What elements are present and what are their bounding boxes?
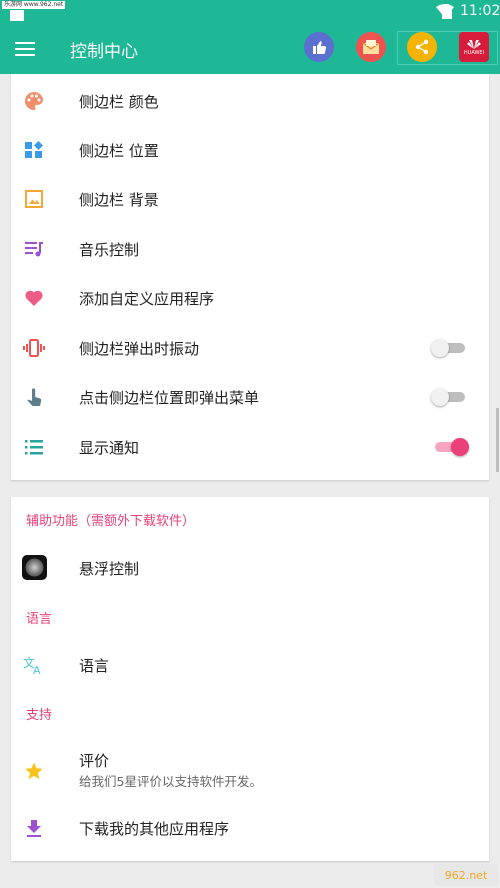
heart-icon bbox=[23, 287, 45, 309]
palette-icon bbox=[23, 90, 45, 112]
huawei-label: HUAWEI bbox=[463, 49, 485, 56]
rate-subtitle: 给我们5星评价以支持软件开发。 bbox=[79, 774, 262, 789]
settings-card: 侧边栏 颜色 侧边栏 位置 侧边栏 背景 音乐控制 添加自定义应用程序 侧边栏弹… bbox=[11, 74, 489, 480]
sidebar-position-item[interactable]: 侧边栏 位置 bbox=[11, 125, 489, 174]
like-button[interactable] bbox=[304, 32, 334, 62]
footer-watermark: 962.net bbox=[434, 864, 498, 886]
download-icon bbox=[23, 817, 45, 839]
floating-ball-icon bbox=[22, 555, 47, 580]
watermark-label: 乐游网 www.962.net bbox=[2, 1, 66, 9]
vibrate-on-open-label: 侧边栏弹出时振动 bbox=[79, 340, 200, 358]
floating-control-item[interactable]: 悬浮控制 bbox=[11, 543, 489, 592]
widgets-icon bbox=[23, 139, 45, 161]
accessibility-section-header: 辅助功能（需额外下载软件） bbox=[26, 514, 196, 529]
thumbs-up-icon bbox=[313, 41, 327, 54]
status-bar: 乐游网 www.962.net 11:02 bbox=[0, 0, 500, 24]
language-label: 语言 bbox=[79, 657, 110, 675]
show-notification-item[interactable]: 显示通知 bbox=[11, 422, 489, 471]
sidebar-background-item[interactable]: 侧边栏 背景 bbox=[11, 174, 489, 223]
sidebar-background-label: 侧边栏 背景 bbox=[79, 191, 159, 209]
share-button[interactable] bbox=[407, 32, 437, 62]
status-time: 11:02 bbox=[460, 3, 500, 19]
translate-icon: 文 A bbox=[23, 654, 45, 676]
sidebar-position-label: 侧边栏 位置 bbox=[79, 142, 159, 160]
huawei-icon: HUAWEI bbox=[464, 39, 484, 56]
scrollbar[interactable] bbox=[496, 408, 499, 472]
add-custom-app-label: 添加自定义应用程序 bbox=[79, 290, 215, 308]
tap-menu-toggle[interactable] bbox=[431, 386, 469, 408]
floating-control-label: 悬浮控制 bbox=[79, 560, 140, 578]
show-notification-label: 显示通知 bbox=[79, 439, 140, 457]
mail-button[interactable] bbox=[356, 32, 386, 62]
tap-to-open-menu-label: 点击侧边栏位置即弹出菜单 bbox=[79, 389, 260, 407]
list-icon bbox=[23, 436, 45, 458]
battery-icon bbox=[442, 4, 452, 19]
sidebar-color-label: 侧边栏 颜色 bbox=[79, 93, 159, 111]
svg-text:A: A bbox=[33, 664, 41, 675]
support-section-header: 支持 bbox=[26, 708, 53, 723]
star-icon bbox=[23, 760, 45, 782]
menu-button[interactable] bbox=[12, 36, 38, 62]
touch-icon bbox=[23, 386, 45, 408]
language-item[interactable]: 文 A 语言 bbox=[11, 640, 489, 689]
music-control-item[interactable]: 音乐控制 bbox=[11, 224, 489, 273]
music-queue-icon bbox=[23, 238, 45, 260]
vibrate-toggle[interactable] bbox=[431, 337, 469, 359]
notification-toggle[interactable] bbox=[431, 436, 469, 458]
vibrate-on-open-item[interactable]: 侧边栏弹出时振动 bbox=[11, 323, 489, 372]
mail-icon bbox=[362, 40, 380, 54]
share-icon bbox=[415, 39, 429, 55]
page-title: 控制中心 bbox=[70, 42, 138, 61]
extras-card: 辅助功能（需额外下载软件） 悬浮控制 语言 文 A 语言 支持 评价 给我们5星… bbox=[11, 497, 489, 861]
sidebar-color-item[interactable]: 侧边栏 颜色 bbox=[11, 76, 489, 125]
tap-to-open-menu-item[interactable]: 点击侧边栏位置即弹出菜单 bbox=[11, 372, 489, 421]
huawei-button[interactable]: HUAWEI bbox=[459, 32, 489, 62]
language-section-header: 语言 bbox=[26, 612, 53, 627]
app-bar: 控制中心 HUAWEI bbox=[0, 24, 500, 74]
add-custom-app-item[interactable]: 添加自定义应用程序 bbox=[11, 273, 489, 322]
rate-item[interactable]: 评价 给我们5星评价以支持软件开发。 bbox=[11, 746, 489, 802]
vibration-icon bbox=[23, 337, 45, 359]
rate-label: 评价 bbox=[79, 752, 110, 770]
music-control-label: 音乐控制 bbox=[79, 241, 140, 259]
download-other-apps-item[interactable]: 下载我的其他应用程序 bbox=[11, 803, 489, 852]
download-other-apps-label: 下载我的其他应用程序 bbox=[79, 820, 230, 838]
image-icon bbox=[23, 188, 45, 210]
notification-icon bbox=[10, 10, 24, 21]
